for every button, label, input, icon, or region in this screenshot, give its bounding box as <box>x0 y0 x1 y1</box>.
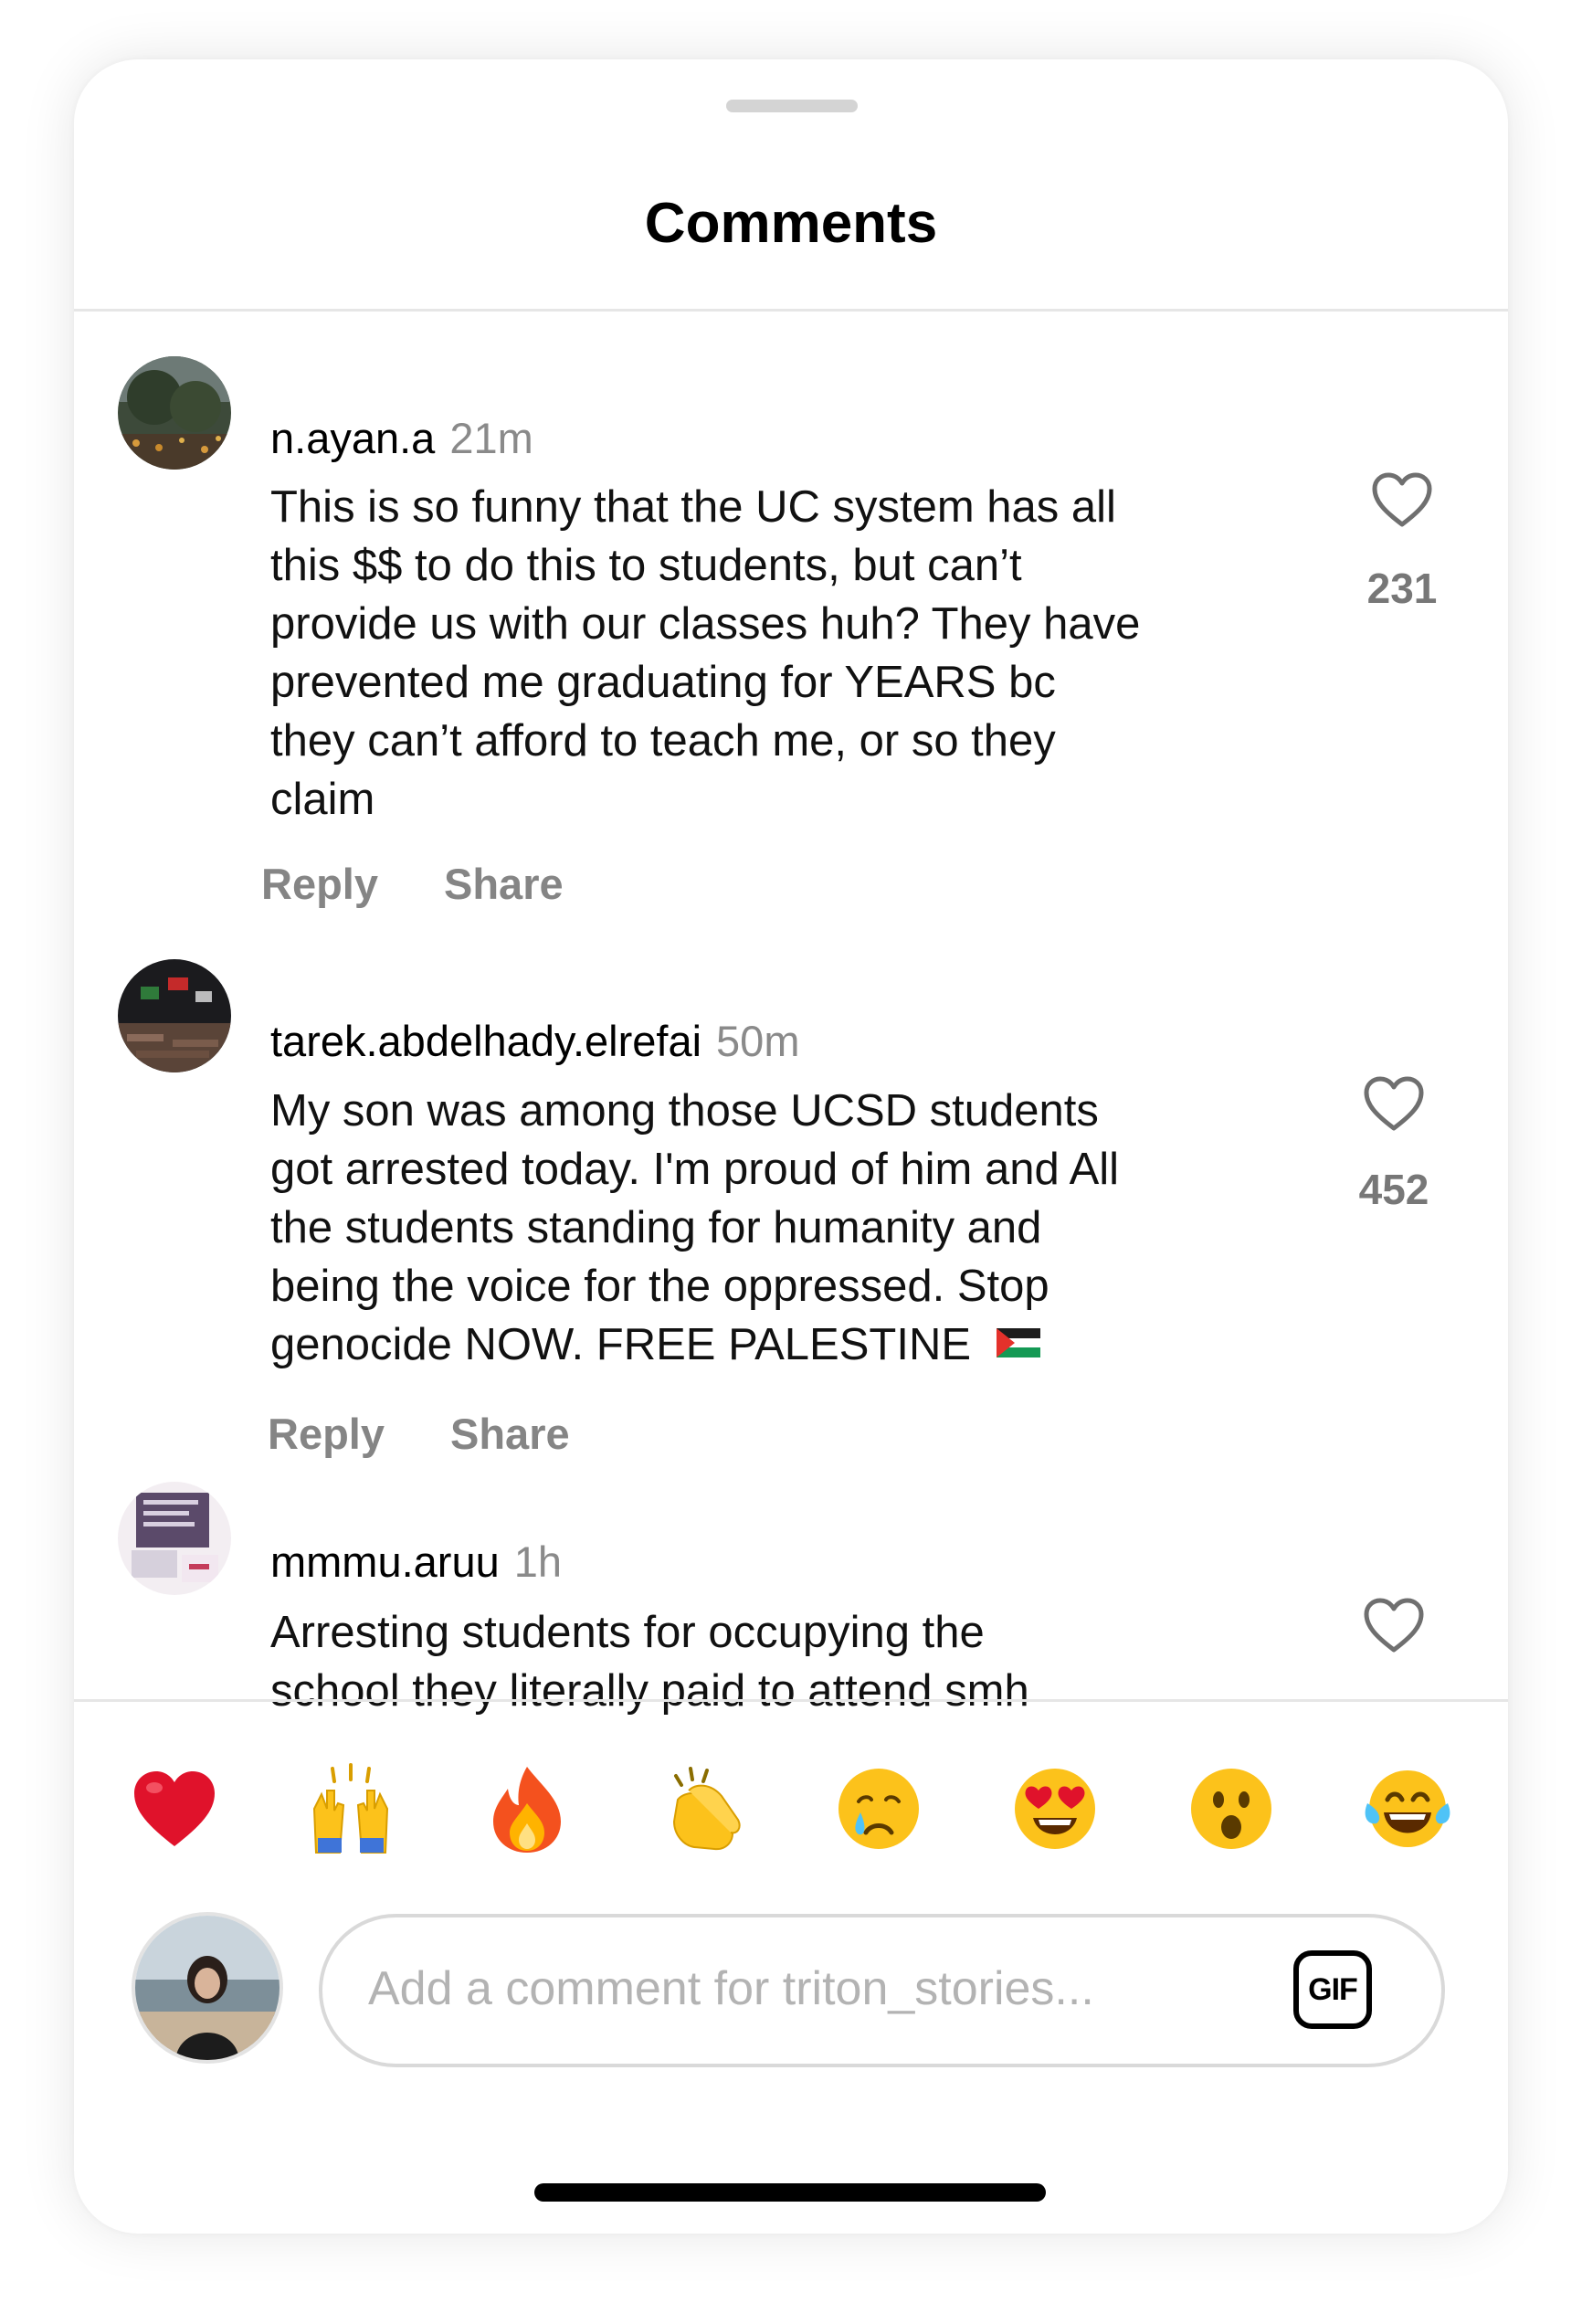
comment-text: My son was among those UCSD students got… <box>270 1086 1120 1369</box>
timestamp: 1h <box>513 1537 563 1586</box>
comment-text: Arresting students for occupying the sch… <box>270 1608 1029 1716</box>
comment-input[interactable]: Add a comment for triton_stories... GIF <box>319 1914 1445 2067</box>
clapping-hands-icon[interactable] <box>658 1763 749 1854</box>
gif-button[interactable]: GIF <box>1293 1950 1372 2029</box>
heart-eyes-icon[interactable] <box>1009 1763 1101 1854</box>
crying-face-icon[interactable] <box>833 1763 924 1854</box>
palestine-flag-icon <box>996 1328 1040 1357</box>
avatar[interactable] <box>118 959 231 1072</box>
tears-of-joy-icon[interactable] <box>1362 1763 1453 1854</box>
like-count: 452 <box>1358 1166 1429 1213</box>
timestamp: 21m <box>449 414 533 462</box>
drag-handle[interactable] <box>726 100 858 112</box>
comment-actions: Reply Share <box>268 1407 636 1462</box>
raising-hands-icon[interactable] <box>305 1763 396 1854</box>
timestamp: 50m <box>716 1017 800 1065</box>
comment-meta: tarek.abdelhady.elrefai 50m <box>270 1014 799 1069</box>
header-divider <box>74 309 1508 312</box>
avatar[interactable] <box>118 1482 231 1595</box>
red-heart-icon[interactable] <box>129 1763 220 1854</box>
share-button[interactable]: Share <box>450 1410 570 1458</box>
comment-input-placeholder: Add a comment for triton_stories... <box>368 1962 1094 2015</box>
reply-button[interactable]: Reply <box>261 860 378 908</box>
like-heart-icon[interactable] <box>1362 1075 1426 1134</box>
comment-meta: n.ayan.a 21m <box>270 411 533 466</box>
share-button[interactable]: Share <box>444 860 564 908</box>
home-indicator <box>534 2183 1046 2202</box>
astonished-face-icon[interactable] <box>1186 1763 1277 1854</box>
username[interactable]: n.ayan.a <box>270 414 435 462</box>
fire-icon[interactable] <box>481 1763 573 1854</box>
current-user-avatar[interactable] <box>132 1912 283 2064</box>
username[interactable]: tarek.abdelhady.elrefai <box>270 1017 701 1065</box>
like-heart-icon[interactable] <box>1370 471 1434 530</box>
reaction-bar <box>129 1759 1453 1859</box>
page-title: Comments <box>644 192 938 255</box>
like-count: 231 <box>1366 565 1438 612</box>
comment-text: This is so funny that the UC system has … <box>270 482 1141 824</box>
reply-button[interactable]: Reply <box>268 1410 385 1458</box>
comments-sheet: Comments n.ayan.a 21m This is so funny th… <box>74 59 1508 2234</box>
comment-actions: Reply Share <box>261 857 629 912</box>
comment-meta: mmmu.aruu 1h <box>270 1535 562 1590</box>
like-heart-icon[interactable] <box>1362 1597 1426 1655</box>
username[interactable]: mmmu.aruu <box>270 1537 500 1586</box>
composer-divider <box>74 1699 1508 1702</box>
avatar[interactable] <box>118 356 231 470</box>
